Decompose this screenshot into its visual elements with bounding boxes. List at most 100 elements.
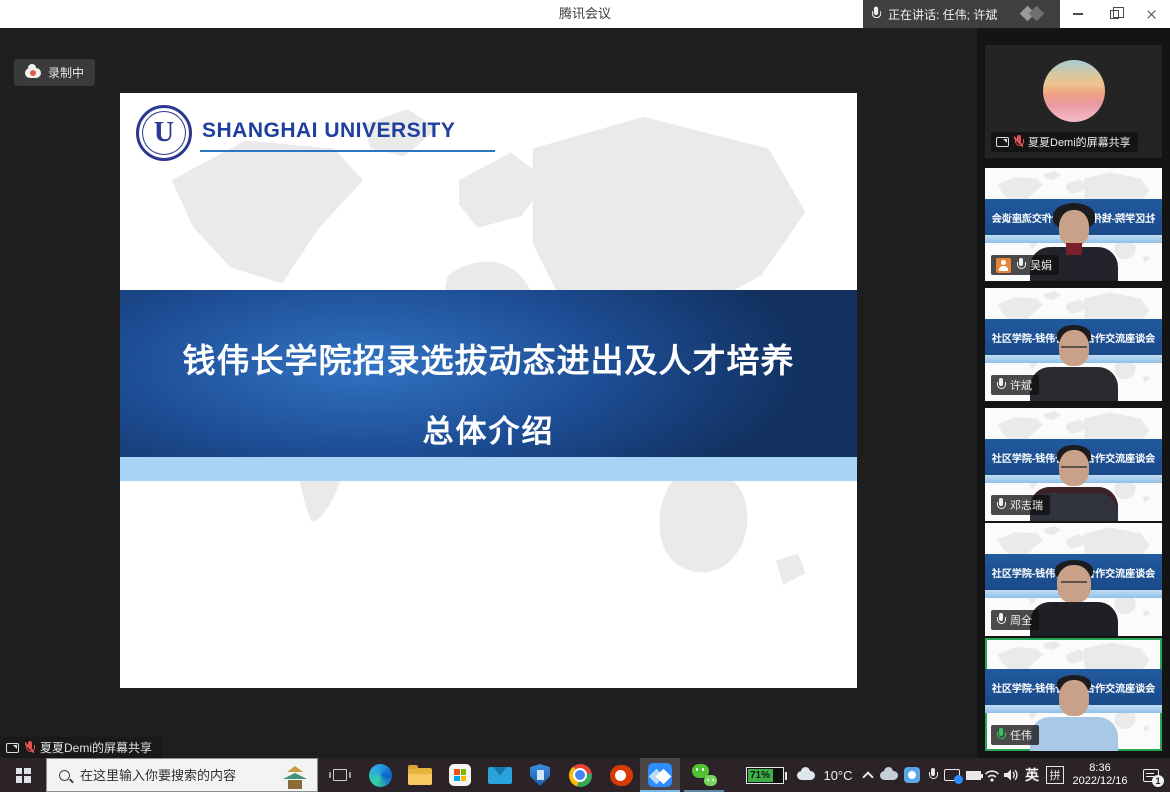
clock-time: 8:36 — [1089, 762, 1110, 775]
search-icon — [59, 770, 70, 781]
mic-icon — [996, 378, 1005, 392]
tray-blue-app[interactable] — [901, 758, 923, 792]
taskbar-app-defender[interactable] — [520, 758, 560, 792]
temperature-label[interactable]: 10°C — [819, 758, 857, 792]
taskbar-app-edge[interactable] — [360, 758, 400, 792]
shield-icon — [530, 764, 550, 786]
tray-microphone[interactable] — [924, 758, 942, 792]
glasses — [1061, 581, 1087, 586]
participant-name: 周全 — [1010, 612, 1032, 628]
participant-name: 许斌 — [1010, 377, 1032, 393]
window-controls — [1059, 0, 1170, 28]
participant-name-tag: 许斌 — [991, 375, 1039, 395]
tencent-meeting-logo-icon — [1016, 5, 1052, 23]
tencent-meeting-icon — [648, 763, 672, 787]
close-icon — [1146, 9, 1157, 20]
chevron-up-icon — [862, 771, 873, 782]
participant-name-tag: 邓志瑞 — [991, 495, 1050, 515]
glasses — [1061, 466, 1087, 471]
participant-name-tag: 吴娟 — [991, 255, 1059, 275]
cloud-icon — [880, 771, 898, 780]
participants-sidebar: 夏夏Demi的屏幕共享 社区学院-钱伟长学院合作交流座谈会 — [977, 28, 1170, 758]
screen-share-source-label: 夏夏Demi的屏幕共享 — [40, 739, 152, 756]
mic-icon — [1016, 258, 1025, 272]
speaking-mic-icon — [996, 728, 1005, 742]
participant-tile[interactable]: 社区学院-钱伟长学院合作交流座谈会 周全 — [985, 523, 1162, 636]
participant-name-tag: 周全 — [991, 610, 1039, 630]
participant-tile[interactable]: 社区学院-钱伟长学院合作交流座谈会 许斌 — [985, 288, 1162, 401]
taskbar-app-wechat[interactable] — [684, 758, 724, 792]
clock-date: 2022/12/16 — [1072, 775, 1127, 788]
participant-name: 任伟 — [1010, 727, 1032, 743]
weather-widget[interactable] — [793, 758, 819, 792]
battery-percent-indicator[interactable]: 71% — [742, 758, 788, 792]
slide-title-banner: 钱伟长学院招录选拔动态进出及人才培养 总体介绍 — [120, 290, 857, 457]
windows-taskbar: 71% 10°C 英 拼 8:36 — [0, 758, 1170, 792]
now-speaking-text: 正在讲话: 任伟; 许斌 — [888, 6, 997, 23]
taskbar-search-box[interactable] — [46, 758, 318, 792]
avatar — [1043, 60, 1105, 122]
tray-wifi[interactable] — [982, 758, 1002, 792]
tray-screen-cast[interactable] — [941, 758, 963, 792]
app-icon — [904, 767, 920, 783]
mic-icon — [996, 613, 1005, 627]
wifi-icon — [984, 769, 1000, 782]
shared-screen-slide: U SHANGHAI UNIVERSITY 钱伟长学院招录选拔动态进出及人才培养… — [120, 93, 857, 688]
screen-share-icon — [6, 743, 19, 753]
taskbar-app-office[interactable] — [600, 758, 640, 792]
ime-latin-indicator[interactable]: 英 — [1021, 758, 1043, 792]
recording-badge[interactable]: 录制中 — [14, 59, 95, 86]
taskbar-app-store[interactable] — [440, 758, 480, 792]
screen-share-source-pill: 夏夏Demi的屏幕共享 — [0, 737, 162, 758]
mail-icon — [488, 767, 512, 784]
participant-name-tag: 任伟 — [991, 725, 1039, 745]
cloud-record-icon — [25, 68, 41, 78]
restore-icon — [1110, 10, 1119, 19]
tray-cloud-app[interactable] — [878, 758, 900, 792]
task-view-button[interactable] — [322, 758, 358, 792]
participant-name: 吴娟 — [1030, 257, 1052, 273]
file-explorer-icon — [408, 768, 432, 785]
start-button[interactable] — [0, 758, 46, 792]
task-view-icon — [333, 769, 347, 781]
slide-title-line2: 总体介绍 — [120, 406, 857, 451]
tray-overflow-button[interactable] — [858, 758, 878, 792]
shanghai-university-emblem-icon: U — [136, 105, 192, 161]
screen-share-icon — [996, 137, 1009, 147]
mic-icon — [929, 768, 938, 782]
mic-icon — [996, 498, 1005, 512]
glasses — [1061, 346, 1087, 351]
tray-battery[interactable] — [962, 758, 984, 792]
minimize-button[interactable] — [1059, 0, 1096, 28]
close-button[interactable] — [1133, 0, 1170, 28]
participant-tile[interactable]: 社区学院-钱伟长学院合作交流座谈会 邓志瑞 — [985, 408, 1162, 521]
windows-logo-icon — [16, 768, 31, 783]
hand-raised-badge-icon — [996, 258, 1011, 273]
battery-icon — [966, 771, 981, 780]
speaker-icon — [1003, 768, 1019, 782]
tray-volume[interactable] — [1001, 758, 1021, 792]
restore-button[interactable] — [1096, 0, 1133, 28]
recording-label: 录制中 — [48, 64, 84, 81]
taskbar-app-tencent-meeting[interactable] — [640, 758, 680, 792]
participant-tile-screen-share[interactable]: 夏夏Demi的屏幕共享 — [985, 45, 1162, 158]
action-center-button[interactable]: 1 — [1136, 758, 1166, 792]
edge-icon — [369, 764, 392, 787]
ime-pinyin-indicator[interactable]: 拼 — [1043, 758, 1067, 792]
participant-tile[interactable]: 社区学院-钱伟长学院合作交流座谈会 吴娟 — [985, 168, 1162, 281]
taskbar-app-chrome[interactable] — [560, 758, 600, 792]
participant-name: 夏夏Demi的屏幕共享 — [1028, 134, 1131, 150]
tencent-meeting-window: 腾讯会议 正在讲话: 任伟; 许斌 录制中 — [0, 0, 1170, 792]
university-logo-row: U SHANGHAI UNIVERSITY — [136, 105, 495, 161]
search-input[interactable] — [80, 768, 269, 783]
office-icon — [610, 765, 631, 786]
taskbar-app-mail[interactable] — [480, 758, 520, 792]
muted-mic-icon — [25, 741, 34, 755]
wechat-icon — [692, 764, 717, 786]
taskbar-app-file-explorer[interactable] — [400, 758, 440, 792]
muted-mic-icon — [1014, 135, 1023, 149]
now-speaking-indicator: 正在讲话: 任伟; 许斌 — [863, 0, 1060, 28]
notification-count-badge: 1 — [1152, 775, 1164, 787]
participant-tile-active-speaker[interactable]: 社区学院-钱伟长学院合作交流座谈会 任伟 — [985, 638, 1162, 751]
taskbar-clock[interactable]: 8:36 2022/12/16 — [1068, 758, 1132, 792]
